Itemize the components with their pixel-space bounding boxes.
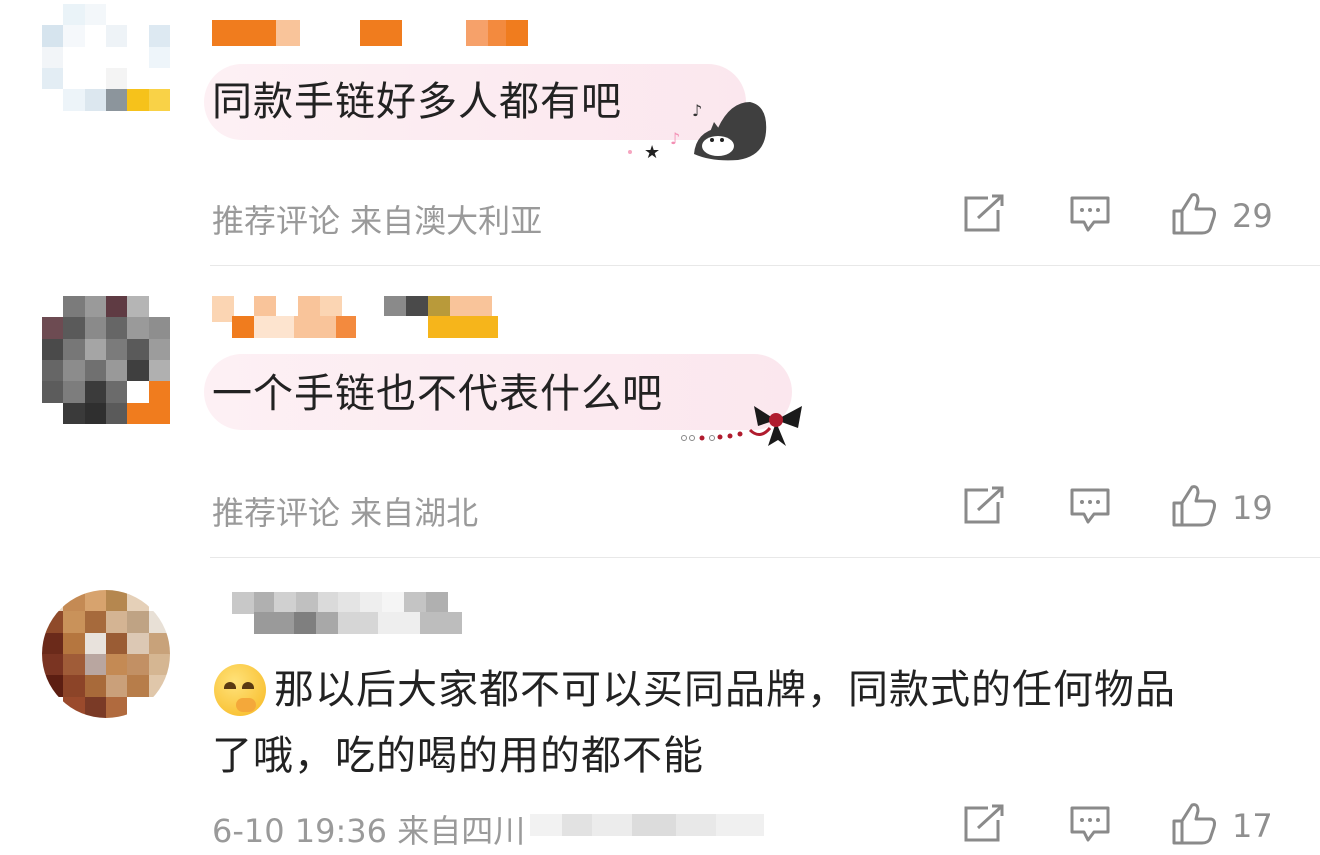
svg-text:♪: ♪ [692, 101, 702, 120]
comment-actions: 19 [962, 484, 1276, 532]
like-count: 17 [1232, 807, 1273, 845]
avatar[interactable] [42, 296, 170, 424]
comment-item: 那以后大家都不可以买同品牌，同款式的任何物品 了哦，吃的喝的用的都不能 6-10… [0, 558, 1320, 855]
comment-text-line1: 那以后大家都不可以买同品牌，同款式的任何物品 [274, 667, 1176, 713]
like-count: 29 [1232, 197, 1273, 235]
repost-icon[interactable] [962, 486, 1006, 530]
username-blur [232, 316, 498, 338]
username-blur [254, 612, 462, 634]
thumbs-up-icon[interactable] [1170, 801, 1218, 851]
comment-list: 同款手链好多人都有吧 ★ ♪ ♪ 推荐评论 来自澳大利亚 29 一个手链也不代表… [0, 0, 1320, 855]
comment-actions: 17 [962, 802, 1276, 850]
cat-sticker-icon: ★ ♪ ♪ [628, 101, 767, 163]
repost-icon[interactable] [962, 804, 1006, 848]
comment-icon[interactable] [1068, 194, 1112, 238]
svg-text:♪: ♪ [670, 129, 680, 148]
comment-text: 一个手链也不代表什么吧 [212, 371, 663, 417]
comment-meta: 推荐评论 来自湖北 [212, 494, 479, 532]
comment-item: 同款手链好多人都有吧 ★ ♪ ♪ 推荐评论 来自澳大利亚 29 [0, 0, 1320, 266]
watermark-blur [530, 814, 764, 836]
thumbs-up-icon[interactable] [1170, 191, 1218, 241]
username[interactable] [232, 592, 448, 614]
comment-actions: 29 [962, 192, 1276, 240]
like-count: 19 [1232, 489, 1273, 527]
username[interactable] [212, 20, 528, 46]
comment-text: 那以后大家都不可以买同品牌，同款式的任何物品 [214, 664, 1176, 716]
svg-text:★: ★ [644, 142, 660, 163]
comment-icon[interactable] [1068, 486, 1112, 530]
bow-sticker-icon [681, 406, 802, 446]
comment-text: 同款手链好多人都有吧 [212, 79, 622, 125]
avatar[interactable] [42, 4, 170, 132]
smirk-emoji-icon [214, 664, 266, 716]
comment-meta: 6-10 19:36 来自四川 [212, 812, 526, 850]
comment-icon[interactable] [1068, 804, 1112, 848]
comment-item: 一个手链也不代表什么吧 推荐评论 来自湖北 19 [0, 266, 1320, 558]
comment-meta: 推荐评论 来自澳大利亚 [212, 202, 543, 240]
repost-icon[interactable] [962, 194, 1006, 238]
thumbs-up-icon[interactable] [1170, 483, 1218, 533]
avatar[interactable] [42, 590, 170, 718]
comment-text-line2: 了哦，吃的喝的用的都不能 [212, 733, 704, 779]
